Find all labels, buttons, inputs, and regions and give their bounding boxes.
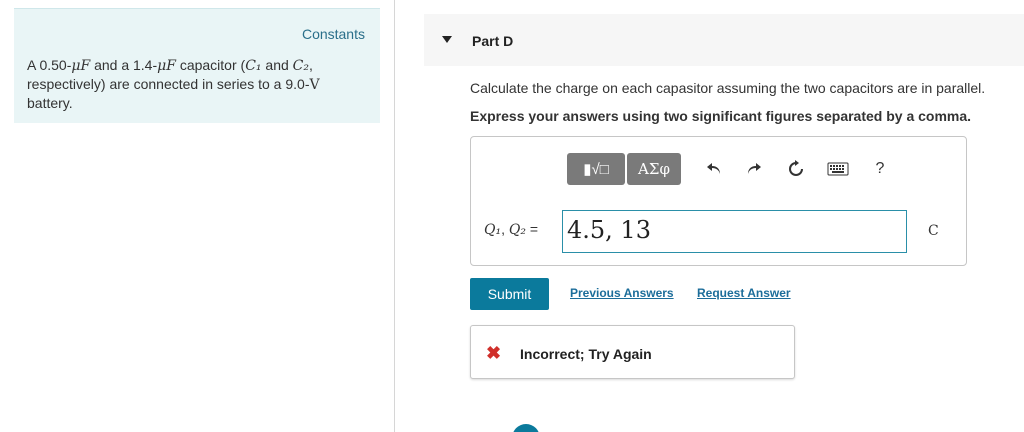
- reset-icon[interactable]: [785, 158, 807, 180]
- undo-icon[interactable]: [703, 158, 725, 180]
- unit-volt: V: [309, 77, 320, 93]
- request-answer-link[interactable]: Request Answer: [697, 286, 791, 300]
- redo-icon[interactable]: [743, 158, 765, 180]
- unit-microfarad: μF: [71, 58, 91, 74]
- constants-link[interactable]: Constants: [302, 26, 365, 42]
- feedback-box: ✖ Incorrect; Try Again: [470, 325, 795, 379]
- unit-microfarad: μF: [157, 58, 176, 74]
- problem-text-part: and: [261, 57, 293, 73]
- answer-input[interactable]: 4.5, 13: [562, 210, 907, 253]
- symbol-q1: Q₁: [484, 222, 502, 238]
- math-toolbar: ▮√□ ΑΣφ ?: [567, 153, 891, 185]
- instruction-text: Express your answers using two significa…: [470, 108, 972, 124]
- problem-text-part: A 0.50-: [27, 57, 72, 73]
- greek-symbols-label: ΑΣφ: [638, 160, 670, 178]
- symbol-c1: C₁: [245, 58, 262, 74]
- constants-panel: Constants A 0.50-μF and a 1.4-μF capacit…: [14, 8, 380, 123]
- error-x-icon: ✖: [486, 343, 502, 363]
- unit-label: C: [928, 223, 939, 239]
- problem-text-part: and a 1.4-: [90, 57, 158, 73]
- help-icon[interactable]: ?: [869, 158, 891, 180]
- partial-circle-icon[interactable]: [512, 424, 540, 432]
- help-label: ?: [875, 160, 885, 177]
- equals-sign: =: [525, 221, 539, 237]
- part-title: Part D: [472, 33, 514, 49]
- templates-button[interactable]: ▮√□: [567, 153, 625, 185]
- column-divider: [394, 0, 395, 432]
- caret-down-icon[interactable]: [442, 36, 452, 43]
- greek-symbols-button[interactable]: ΑΣφ: [627, 153, 681, 185]
- previous-answers-link[interactable]: Previous Answers: [570, 286, 674, 300]
- symbol-q2: Q₂: [508, 222, 526, 238]
- answer-box: ▮√□ ΑΣφ ? Q₁, Q₂ = 4.5, 13 C: [470, 136, 967, 266]
- feedback-text: Incorrect; Try Again: [520, 346, 652, 362]
- problem-text-part: capacitor (: [175, 57, 246, 73]
- submit-button[interactable]: Submit: [470, 278, 549, 310]
- keyboard-icon[interactable]: [827, 158, 849, 180]
- templates-icon: ▮√□: [583, 161, 609, 178]
- symbol-c2: C₂: [292, 58, 309, 74]
- part-header[interactable]: Part D: [424, 14, 1024, 66]
- answer-label: Q₁, Q₂ =: [484, 221, 538, 238]
- label-separator: ,: [501, 221, 509, 237]
- problem-text-part: battery.: [27, 95, 73, 111]
- problem-statement: A 0.50-μF and a 1.4-μF capacitor (C₁ and…: [27, 56, 367, 112]
- question-text: Calculate the charge on each capasitor a…: [470, 80, 986, 96]
